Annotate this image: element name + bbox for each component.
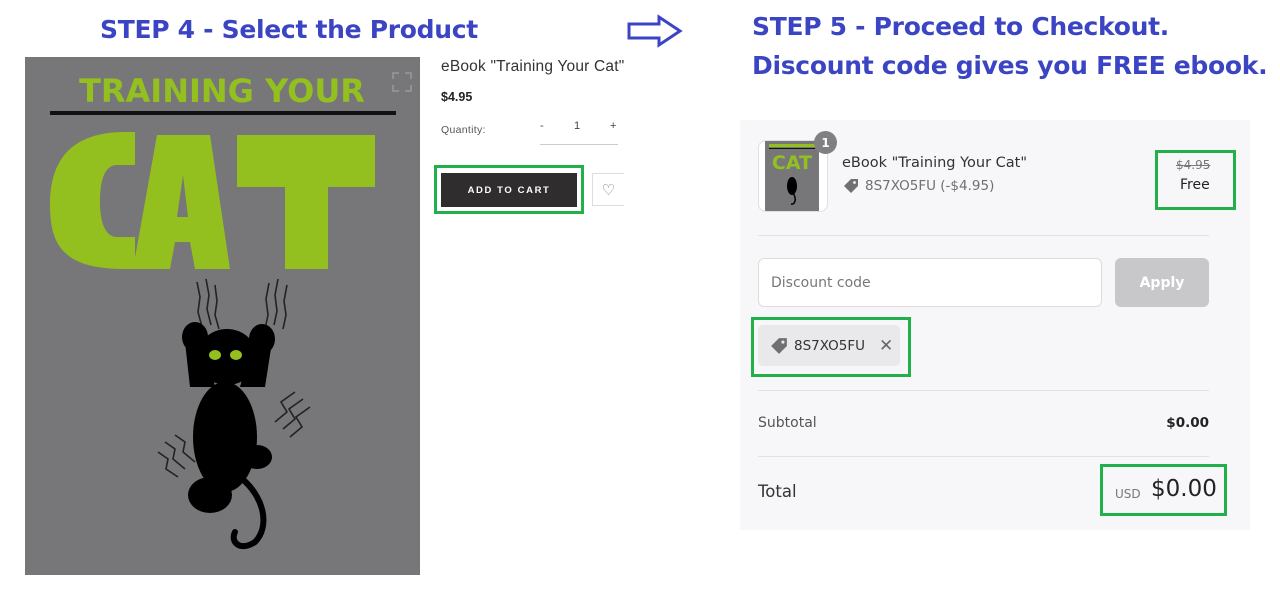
tag-icon bbox=[771, 337, 787, 354]
quantity-value[interactable]: 1 bbox=[574, 120, 580, 132]
remove-discount-icon[interactable]: ✕ bbox=[879, 336, 893, 356]
divider bbox=[758, 390, 1209, 391]
step5-title-line2: Discount code gives you FREE ebook. bbox=[752, 51, 1268, 80]
quantity-increment-button[interactable]: + bbox=[610, 120, 616, 132]
subtotal-label: Subtotal bbox=[758, 415, 817, 431]
product-cover-image[interactable]: TRAINING YOUR bbox=[25, 57, 420, 575]
original-price: $4.95 bbox=[1176, 158, 1211, 172]
product-price: $4.95 bbox=[441, 90, 473, 104]
discount-code-input[interactable] bbox=[758, 258, 1102, 307]
quantity-label: Quantity: bbox=[441, 124, 486, 136]
cart-item-discount-text: 8S7XO5FU (-$4.95) bbox=[865, 178, 995, 194]
apply-discount-button[interactable]: Apply bbox=[1115, 258, 1209, 307]
step5-title: STEP 5 - Proceed to Checkout. Discount c… bbox=[752, 7, 1268, 85]
product-title: eBook "Training Your Cat" bbox=[441, 58, 625, 75]
step4-title: STEP 4 - Select the Product bbox=[100, 15, 478, 44]
wishlist-button[interactable]: ♡ bbox=[592, 173, 624, 206]
right-arrow-icon bbox=[627, 14, 683, 48]
svg-text:CAT: CAT bbox=[772, 152, 812, 174]
total-label: Total bbox=[758, 482, 797, 501]
applied-discount-code: 8S7XO5FU bbox=[794, 337, 865, 354]
subtotal-value: $0.00 bbox=[1166, 415, 1209, 431]
cart-item-title: eBook "Training Your Cat" bbox=[842, 155, 1028, 171]
item-quantity-badge: 1 bbox=[814, 131, 837, 154]
discounted-price: Free bbox=[1180, 177, 1210, 193]
quantity-stepper[interactable]: - 1 + bbox=[540, 116, 618, 145]
quantity-decrement-button[interactable]: - bbox=[540, 120, 544, 132]
tag-icon bbox=[844, 179, 858, 193]
heart-icon: ♡ bbox=[601, 181, 616, 199]
cart-item-discount: 8S7XO5FU (-$4.95) bbox=[843, 178, 994, 194]
divider bbox=[758, 456, 1209, 457]
add-to-cart-button[interactable]: ADD TO CART bbox=[441, 173, 577, 207]
applied-discount-chip: 8S7XO5FU ✕ bbox=[758, 325, 900, 366]
step5-title-line1: STEP 5 - Proceed to Checkout. bbox=[752, 12, 1169, 41]
total-currency: USD bbox=[1115, 487, 1141, 501]
total-value: $0.00 bbox=[1151, 476, 1217, 502]
divider bbox=[758, 235, 1209, 236]
cover-top-text: TRAINING YOUR bbox=[79, 72, 365, 110]
